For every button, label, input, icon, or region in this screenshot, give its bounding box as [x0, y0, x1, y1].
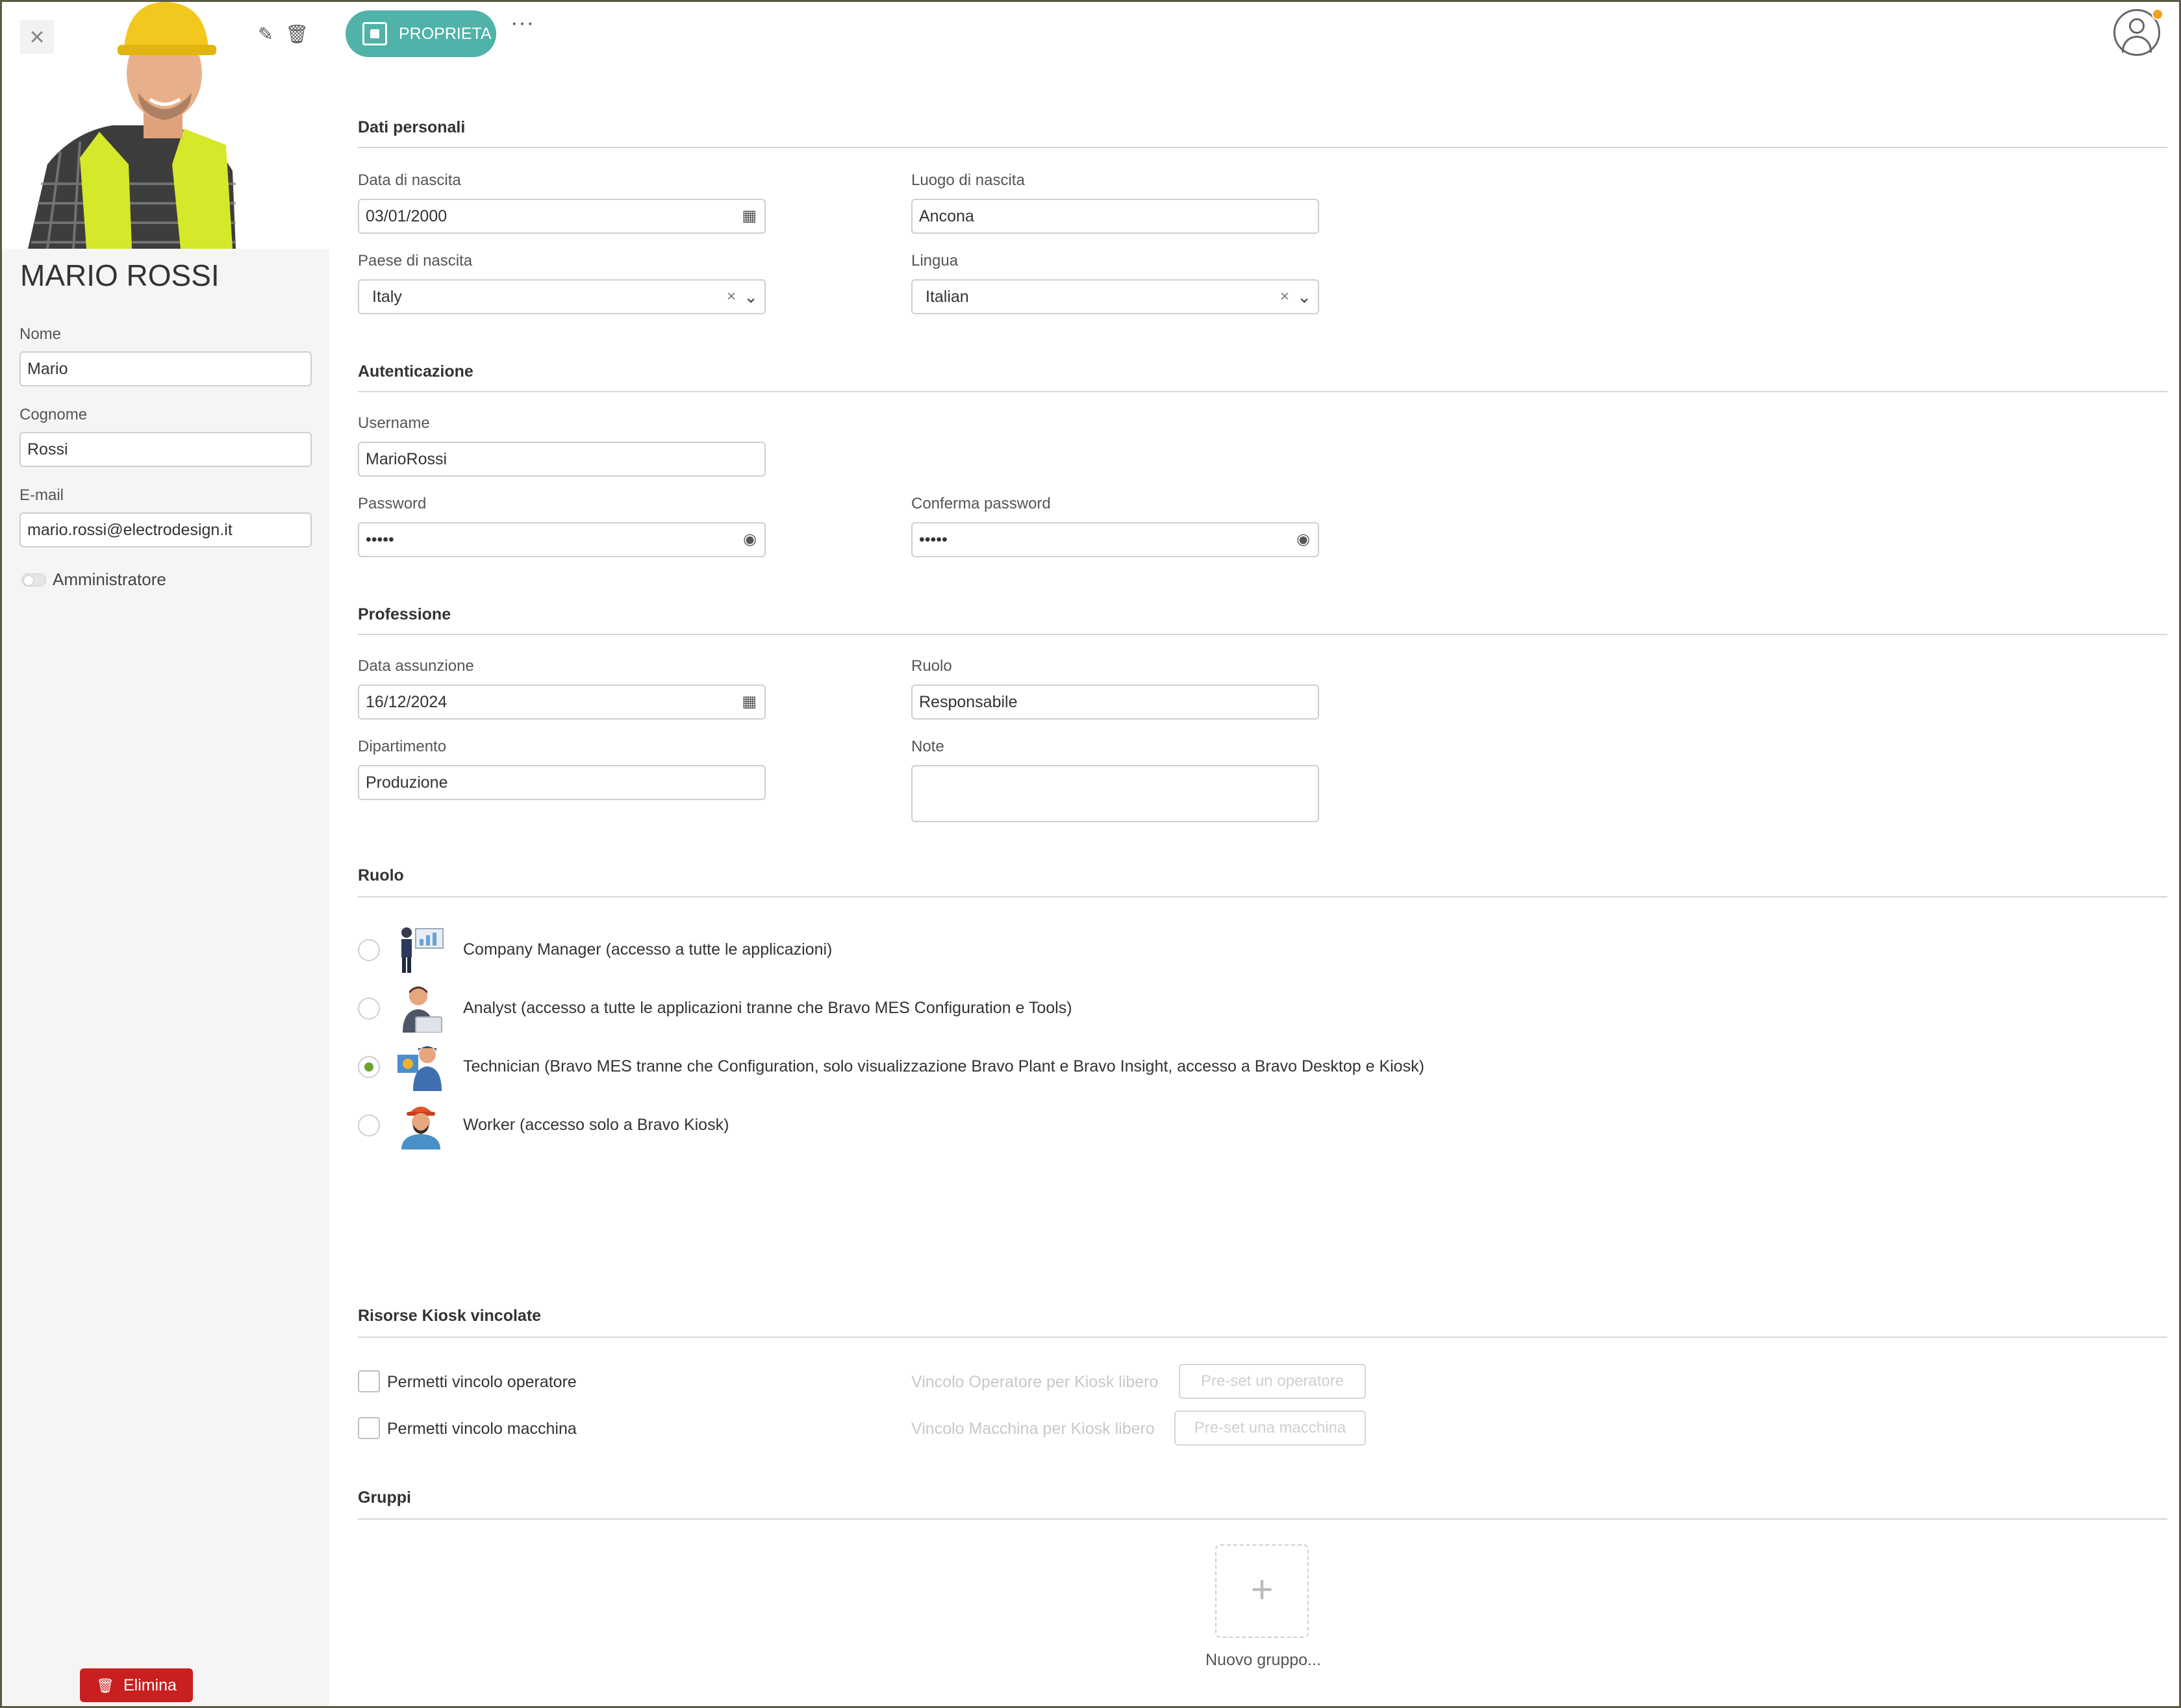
role-label-technician: Technician (Bravo MES tranne che Configu… — [463, 1057, 1424, 1075]
clear-icon[interactable]: × — [1280, 281, 1289, 313]
confirm-password-label: Conferma password — [911, 495, 1051, 512]
operator-bind-label: Permetti vincolo operatore — [387, 1373, 577, 1391]
machine-bind-checkbox[interactable] — [358, 1417, 380, 1439]
preset-machine-button[interactable]: Pre-set una macchina — [1174, 1411, 1366, 1446]
birth-place-input[interactable]: Ancona — [911, 199, 1319, 234]
birth-date-input[interactable]: 03/01/2000 ▦ — [358, 199, 766, 234]
hire-date-label: Data assunzione — [358, 657, 474, 675]
role-radio-technician[interactable] — [358, 1056, 380, 1078]
operator-bind-checkbox[interactable] — [358, 1370, 380, 1392]
password-label: Password — [358, 495, 427, 512]
first-name-input[interactable]: Mario — [19, 351, 312, 386]
groups-section-title: Gruppi — [358, 1488, 411, 1507]
section-divider — [358, 147, 2167, 148]
clear-icon[interactable]: × — [727, 281, 736, 313]
role-text-label: Ruolo — [911, 657, 952, 675]
section-divider — [358, 896, 2167, 898]
new-group-label: Nuovo gruppo... — [1205, 1651, 1321, 1669]
section-divider — [358, 1518, 2167, 1520]
hire-date-value: 16/12/2024 — [366, 693, 448, 711]
add-group-button[interactable]: + — [1215, 1544, 1309, 1638]
hire-date-input[interactable]: 16/12/2024 ▦ — [358, 684, 766, 720]
birth-place-label: Luogo di nascita — [911, 171, 1025, 189]
username-label: Username — [358, 414, 430, 432]
user-side-panel: × ✎ 🗑 MARIO ROSSI Nome Mario Cognome Ros… — [2, 2, 329, 1706]
notes-label: Note — [911, 738, 944, 755]
admin-toggle-label: Amministratore — [53, 570, 166, 589]
user-display-name: MARIO ROSSI — [20, 258, 220, 292]
role-label-worker: Worker (accesso solo a Bravo Kiosk) — [463, 1116, 729, 1134]
section-divider — [358, 391, 2167, 392]
role-text-input[interactable]: Responsabile — [911, 684, 1319, 720]
language-label: Lingua — [911, 252, 959, 270]
language-value: Italian — [926, 288, 969, 306]
birth-country-select[interactable]: Italy × ⌄ — [358, 279, 766, 314]
user-photo: × ✎ 🗑 — [2, 2, 329, 249]
auth-section-title: Autenticazione — [358, 362, 473, 381]
department-input[interactable]: Produzione — [358, 765, 766, 800]
technician-icon — [397, 1046, 442, 1091]
delete-photo-icon[interactable]: 🗑 — [284, 21, 310, 47]
job-section-title: Professione — [358, 605, 451, 623]
machine-free-label: Vincolo Macchina per Kiosk libero — [911, 1420, 1155, 1438]
edit-photo-icon[interactable]: ✎ — [253, 21, 279, 47]
last-name-input[interactable]: Rossi — [19, 432, 312, 467]
chevron-down-icon[interactable]: ⌄ — [1297, 281, 1311, 313]
plus-icon: + — [1250, 1568, 1274, 1611]
admin-toggle[interactable] — [21, 573, 46, 586]
role-radio-company-manager[interactable] — [358, 939, 380, 961]
section-divider — [358, 1337, 2167, 1338]
birth-date-value: 03/01/2000 — [366, 207, 448, 225]
more-options-icon[interactable]: ··· — [511, 10, 535, 36]
email-input[interactable]: mario.rossi@electrodesign.it — [19, 512, 312, 547]
password-value: ••••• — [366, 531, 394, 549]
company-manager-icon — [401, 927, 444, 973]
role-label-analyst: Analyst (accesso a tutte le applicazioni… — [463, 999, 1072, 1017]
preset-operator-button[interactable]: Pre-set un operatore — [1179, 1364, 1366, 1399]
department-label: Dipartimento — [358, 738, 447, 755]
user-account-icon[interactable] — [2113, 8, 2163, 56]
eye-icon[interactable]: ◉ — [1296, 523, 1310, 556]
section-divider — [358, 634, 2167, 635]
notification-badge — [2152, 8, 2163, 20]
worker-icon — [401, 1107, 440, 1149]
email-label: E-mail — [19, 486, 64, 504]
role-radio-analyst[interactable] — [358, 998, 380, 1020]
machine-bind-label: Permetti vincolo macchina — [387, 1420, 577, 1438]
trash-icon: 🗑 — [96, 1677, 114, 1694]
operator-free-label: Vincolo Operatore per Kiosk libero — [911, 1373, 1159, 1391]
calendar-icon[interactable]: ▦ — [742, 686, 757, 718]
analyst-icon — [403, 986, 442, 1033]
birth-country-value: Italy — [372, 288, 402, 306]
properties-label: PROPRIETA — [399, 25, 492, 43]
birth-date-label: Data di nascita — [358, 171, 461, 189]
properties-button[interactable]: PROPRIETA — [346, 10, 496, 57]
personal-section-title: Dati personali — [358, 118, 466, 136]
role-radio-worker[interactable] — [358, 1114, 380, 1137]
username-input[interactable]: MarioRossi — [358, 442, 766, 477]
last-name-label: Cognome — [19, 406, 88, 423]
eye-icon[interactable]: ◉ — [743, 523, 757, 556]
roles-section-title: Ruolo — [358, 866, 404, 885]
properties-icon — [362, 22, 387, 45]
password-input[interactable]: ••••• ◉ — [358, 522, 766, 557]
delete-user-label: Elimina — [123, 1676, 177, 1694]
confirm-password-value: ••••• — [919, 531, 948, 549]
role-label-company-manager: Company Manager (accesso a tutte le appl… — [463, 940, 833, 959]
language-select[interactable]: Italian × ⌄ — [911, 279, 1319, 314]
confirm-password-input[interactable]: ••••• ◉ — [911, 522, 1319, 557]
chevron-down-icon[interactable]: ⌄ — [744, 281, 758, 313]
first-name-label: Nome — [19, 325, 62, 343]
calendar-icon[interactable]: ▦ — [742, 200, 757, 232]
delete-user-button[interactable]: 🗑 Elimina — [80, 1668, 193, 1702]
kiosk-section-title: Risorse Kiosk vincolate — [358, 1307, 542, 1325]
birth-country-label: Paese di nascita — [358, 252, 473, 270]
notes-textarea[interactable] — [911, 765, 1319, 822]
close-icon[interactable]: × — [20, 20, 54, 54]
